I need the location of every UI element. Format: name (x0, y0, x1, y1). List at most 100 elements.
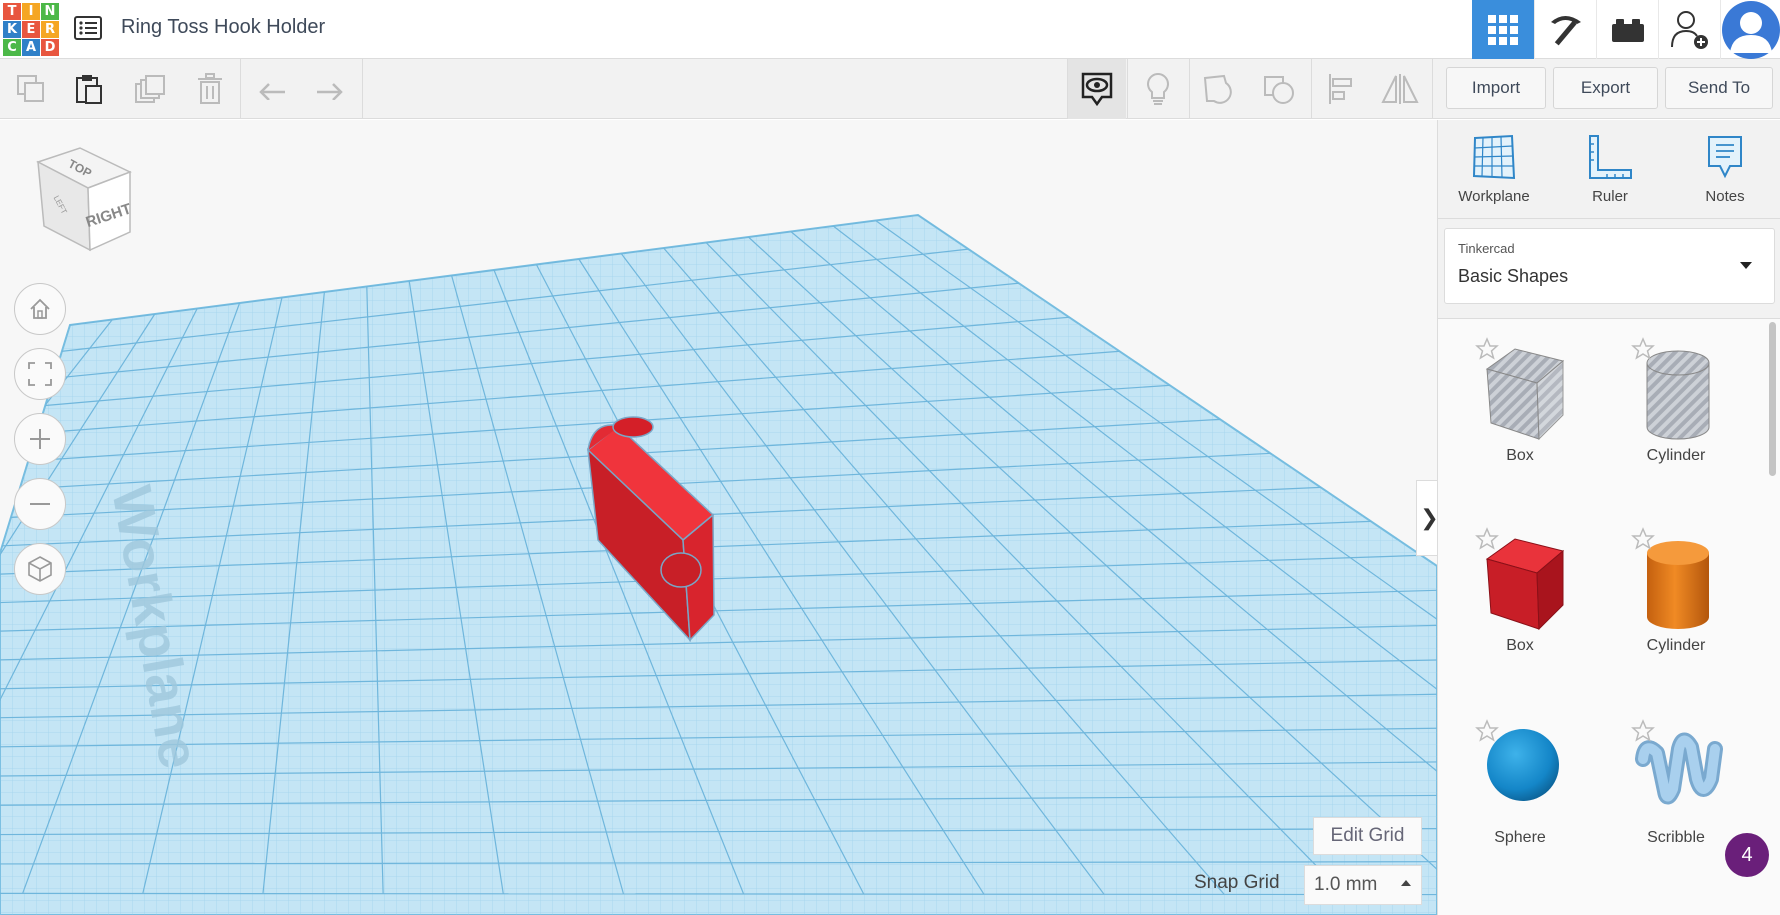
3d-design-view-button[interactable] (1472, 0, 1534, 59)
library-name: Basic Shapes (1458, 266, 1569, 286)
favorite-star-icon[interactable] (1475, 527, 1499, 551)
logo-letter: E (22, 21, 40, 38)
mirror-button[interactable] (1371, 59, 1429, 119)
list-icon (74, 16, 102, 40)
tinkercad-editor: T I N K E R C A D Ring Toss Hook Holder (0, 0, 1780, 915)
user-avatar-button[interactable] (1720, 0, 1780, 59)
shapes-grid: Box Cylinder Box Cylinder Sphere Scribbl… (1438, 318, 1780, 915)
delete-icon (198, 73, 222, 104)
avatar-icon (1721, 0, 1780, 59)
caret-up-icon (1401, 880, 1411, 886)
favorite-star-icon[interactable] (1475, 719, 1499, 743)
shape-sphere[interactable]: Sphere (1445, 701, 1595, 871)
3d-viewport[interactable]: Workplane TOP LEFT RIGHT Edit Grid Snap … (0, 120, 1437, 915)
favorite-star-icon[interactable] (1631, 719, 1655, 743)
zoom-in-button[interactable] (14, 413, 66, 465)
copy-button[interactable] (2, 59, 60, 119)
blocks-view-button[interactable] (1534, 0, 1596, 59)
shape-label: Box (1506, 637, 1534, 654)
zoom-out-button[interactable] (14, 478, 66, 530)
notes-icon (1708, 136, 1742, 179)
show-notes-button[interactable] (1068, 59, 1126, 119)
favorite-star-icon[interactable] (1631, 337, 1655, 361)
top-hole (612, 416, 654, 438)
favorite-star-icon[interactable] (1631, 527, 1655, 551)
duplicate-icon (135, 75, 165, 103)
export-button[interactable]: Export (1553, 67, 1658, 109)
view-cube[interactable]: TOP LEFT RIGHT (30, 142, 140, 262)
fit-view-icon (28, 362, 52, 386)
snap-grid-select[interactable]: 1.0 mm (1304, 865, 1422, 905)
copy-icon (17, 75, 44, 102)
workplane-tool-label: Workplane (1458, 188, 1530, 205)
side-hole (660, 552, 702, 588)
toolbar-separator (1127, 59, 1128, 119)
shape-box-hole[interactable]: Box (1445, 319, 1595, 489)
group-button[interactable] (1190, 59, 1248, 119)
bricks-view-button[interactable] (1596, 0, 1658, 59)
notes-tool[interactable]: Notes (1675, 134, 1775, 214)
delete-button[interactable] (181, 59, 239, 119)
logo-letter: K (3, 21, 21, 38)
shape-box[interactable]: Box (1445, 509, 1595, 679)
collapse-panel-button[interactable]: ❯ (1416, 480, 1437, 556)
favorite-star-icon[interactable] (1475, 337, 1499, 361)
duplicate-button[interactable] (121, 59, 179, 119)
ruler-tool[interactable]: Ruler (1560, 134, 1660, 214)
redo-button[interactable] (301, 59, 359, 119)
top-bar: T I N K E R C A D Ring Toss Hook Holder (0, 0, 1780, 59)
edit-toolbar: Import Export Send To (0, 59, 1780, 119)
shape-cylinder-hole[interactable]: Cylinder (1601, 319, 1751, 489)
shapes-panel: Workplane Ruler Notes Tinkercad Basic Sh… (1437, 120, 1780, 915)
fit-view-button[interactable] (14, 348, 66, 400)
design-list-button[interactable] (73, 14, 103, 42)
logo-letter: T (3, 3, 21, 20)
grid-lines (0, 215, 1437, 915)
ungroup-icon (1264, 76, 1294, 104)
invite-user-button[interactable] (1658, 0, 1720, 59)
import-button[interactable]: Import (1446, 67, 1546, 109)
undo-button[interactable] (243, 59, 301, 119)
workplane-scene[interactable]: Workplane (0, 120, 1437, 915)
perspective-toggle-button[interactable] (14, 543, 66, 595)
logo-letter: N (41, 3, 59, 20)
library-source: Tinkercad (1458, 241, 1515, 256)
notification-badge[interactable]: 4 (1725, 833, 1769, 877)
design-title[interactable]: Ring Toss Hook Holder (121, 16, 325, 39)
grid-icon (1488, 14, 1518, 45)
logo-letter: A (22, 39, 40, 56)
ungroup-button[interactable] (1250, 59, 1308, 119)
edit-grid-button[interactable]: Edit Grid (1313, 817, 1422, 855)
home-icon (30, 298, 50, 319)
zoom-out-icon (30, 503, 50, 505)
logo-letter: D (41, 39, 59, 56)
align-icon (1329, 74, 1352, 104)
shape-label: Cylinder (1646, 637, 1706, 654)
tinkercad-logo[interactable]: T I N K E R C A D (3, 3, 59, 56)
home-view-button[interactable] (14, 283, 66, 335)
logo-letter: R (41, 21, 59, 38)
paste-button[interactable] (60, 59, 118, 119)
panel-separator (1438, 218, 1780, 219)
redo-icon (317, 83, 343, 100)
caret-down-icon (1740, 262, 1752, 269)
chevron-right-icon: ❯ (1420, 505, 1437, 530)
workplane-tool[interactable]: Workplane (1444, 134, 1544, 214)
shape-label: Sphere (1494, 829, 1546, 846)
toolbar-separator (362, 59, 363, 119)
light-button[interactable] (1129, 59, 1187, 119)
shape-library-dropdown[interactable]: Tinkercad Basic Shapes (1444, 228, 1775, 304)
shapes-scrollbar[interactable] (1769, 322, 1776, 476)
align-button[interactable] (1312, 59, 1370, 119)
send-to-button[interactable]: Send To (1665, 67, 1773, 109)
brick-icon (1611, 18, 1644, 42)
add-user-icon (1670, 10, 1708, 49)
shape-label: Box (1506, 447, 1534, 464)
notes-visibility-icon (1081, 72, 1113, 107)
ruler-tool-label: Ruler (1592, 188, 1628, 205)
shape-cylinder[interactable]: Cylinder (1601, 509, 1751, 679)
snap-grid-label: Snap Grid (1194, 872, 1280, 893)
group-icon (1203, 74, 1232, 104)
shape-label: Cylinder (1646, 447, 1706, 464)
zoom-in-icon (30, 429, 50, 449)
